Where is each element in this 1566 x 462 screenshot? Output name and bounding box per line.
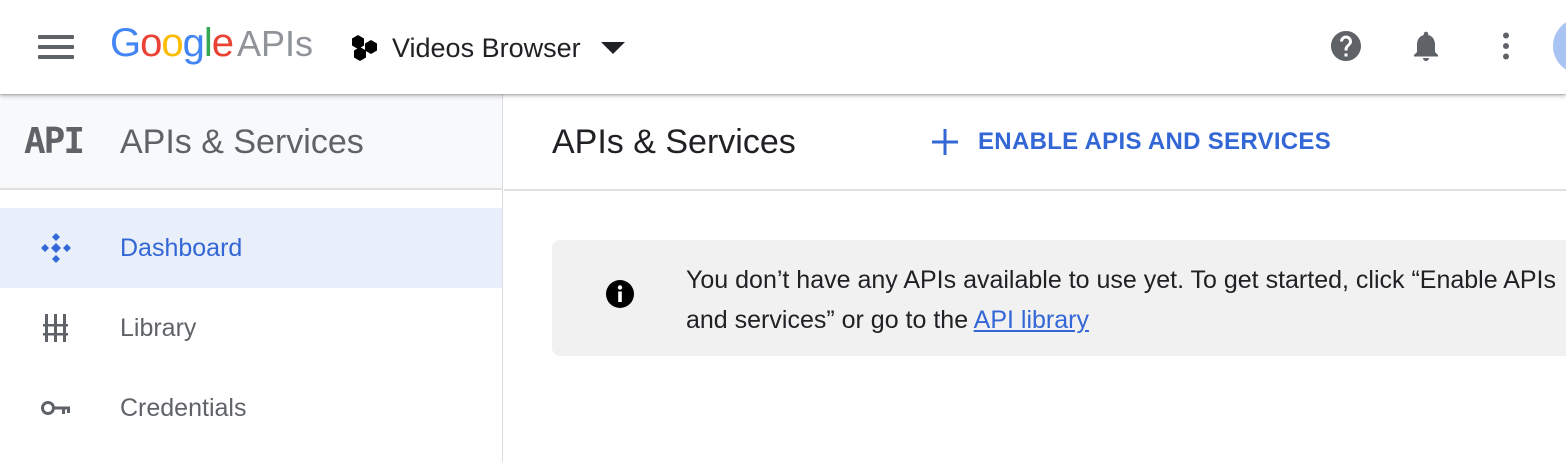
enable-apis-button[interactable]: ENABLE APIS AND SERVICES [930,120,1331,164]
chevron-down-icon [600,42,625,54]
api-library-link[interactable]: API library [974,306,1089,334]
info-message-text: You don’t have any APIs available to use… [686,266,1556,334]
main-header: APIs & Services ENABLE APIS AND SERVICES [504,94,1566,191]
google-wordmark: Google [110,20,234,66]
project-name: Videos Browser [392,32,581,63]
sidebar-title: APIs & Services [120,123,364,161]
logo-letter: o [161,21,183,65]
page-title: APIs & Services [552,123,796,161]
sidebar-item-label: Dashboard [120,234,243,262]
info-icon [606,280,634,308]
google-apis-logo[interactable]: Google APIs [110,20,313,66]
key-icon [41,401,70,415]
logo-letter: g [182,21,205,65]
info-banner: You don’t have any APIs available to use… [552,240,1566,356]
sidebar-item-dashboard[interactable]: Dashboard [0,208,502,288]
logo-letter: l [203,21,213,65]
logo-letter: e [211,21,234,65]
logo-product-name: APIs [237,23,314,64]
sidebar-item-label: Library [120,314,197,342]
sidebar-header: API APIs & Services [0,94,502,190]
more-vert-icon[interactable] [1488,28,1524,64]
sidebar-item-label: Credentials [120,394,247,422]
main-content: APIs & Services ENABLE APIS AND SERVICES… [504,94,1566,462]
bell-icon[interactable] [1408,28,1444,64]
library-icon [43,314,68,342]
enable-apis-label: ENABLE APIS AND SERVICES [978,128,1332,155]
project-icon [352,35,377,61]
info-message: You don’t have any APIs available to use… [686,260,1566,340]
project-selector[interactable]: Videos Browser [350,26,625,70]
logo-letter: G [110,21,141,65]
plus-icon [932,129,958,155]
top-app-bar: Google APIs Videos Browser [0,0,1566,94]
dashboard-icon [41,233,71,263]
api-badge-icon: API [24,121,85,162]
sidebar-item-credentials[interactable]: Credentials [0,368,502,448]
menu-icon[interactable] [30,27,82,67]
sidebar: API APIs & Services Dashboard Library Cr… [0,94,503,462]
logo-letter: o [140,21,162,65]
avatar[interactable] [1553,18,1566,74]
help-icon[interactable] [1328,28,1364,64]
sidebar-item-library[interactable]: Library [0,288,502,368]
